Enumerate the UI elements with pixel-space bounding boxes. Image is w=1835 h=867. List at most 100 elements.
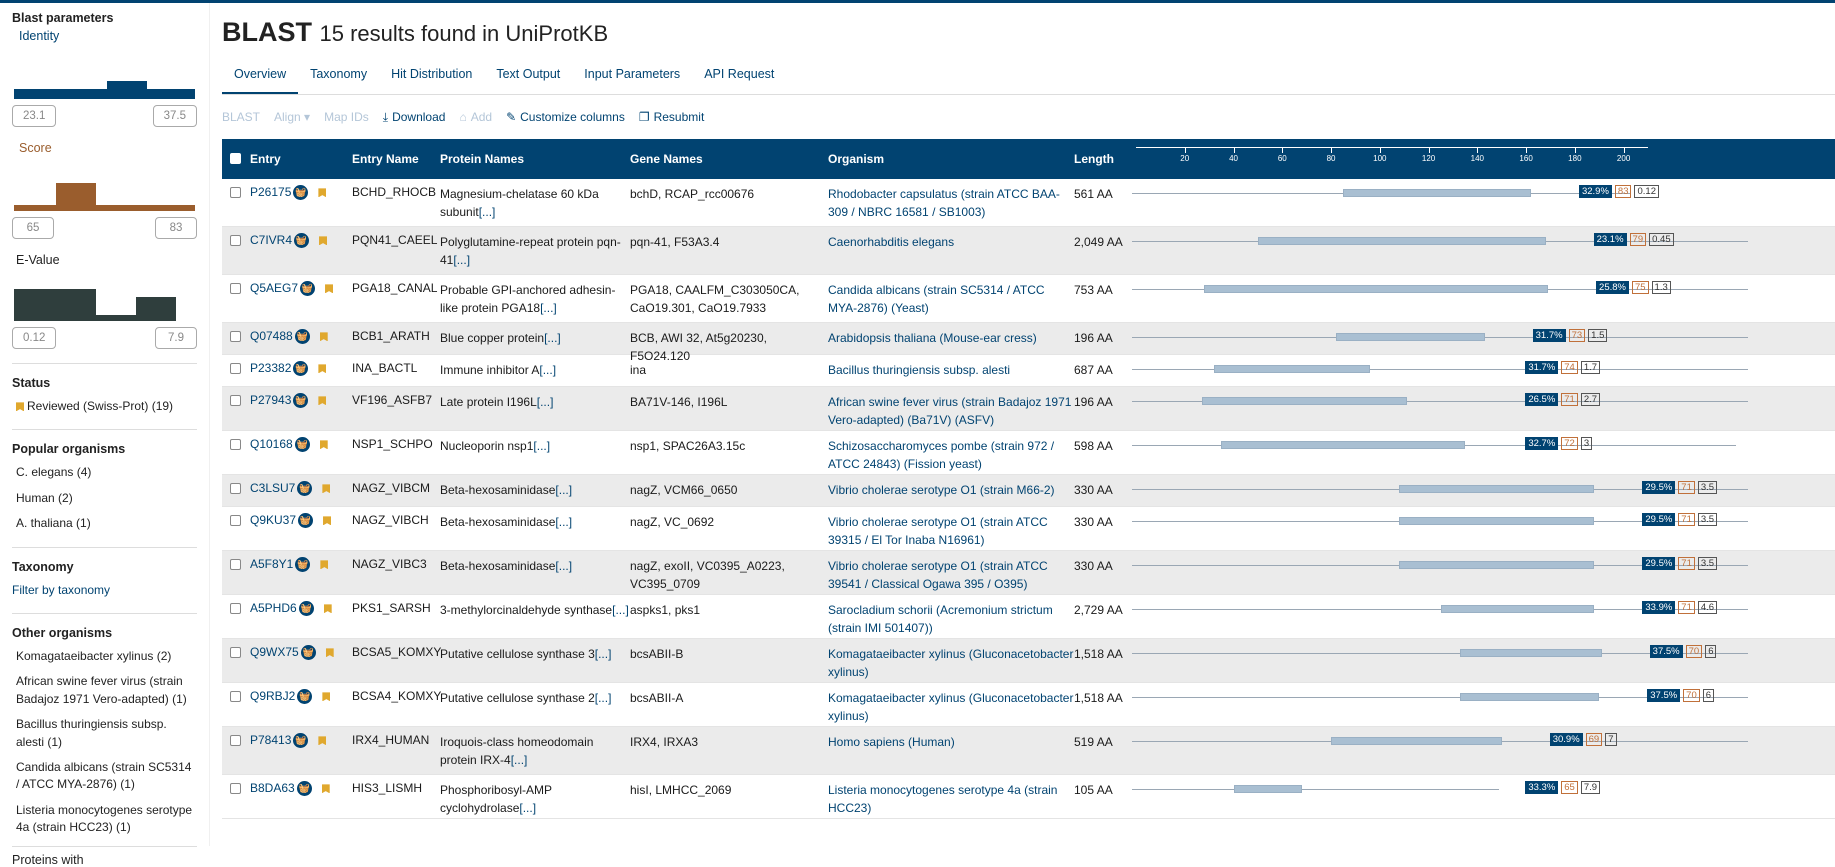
tab-input-parameters[interactable]: Input Parameters (572, 63, 692, 94)
score-max-input[interactable]: 83 (155, 217, 197, 239)
col-entry[interactable]: Entry (250, 152, 352, 166)
status-reviewed-filter[interactable]: Reviewed (Swiss-Prot) (19) (16, 398, 197, 415)
alignment-track[interactable]: 31.7% 74 1.7 (1130, 361, 1768, 386)
more-link[interactable]: [...] (555, 515, 572, 529)
alignment-track[interactable]: 33.3% 65 7.9 (1130, 781, 1768, 818)
table-row[interactable]: C3LSU7 🧺 NAGZ_VIBCM Beta-hexosaminidase[...… (222, 475, 1835, 507)
table-row[interactable]: P23382 🧺 INA_BACTL Immune inhibitor A[...] i… (222, 355, 1835, 387)
other-organism-item[interactable]: Listeria monocytogenes serotype 4a (stra… (16, 802, 197, 837)
basket-icon[interactable]: 🧺 (296, 781, 312, 797)
more-link[interactable]: [...] (555, 559, 572, 573)
tab-text-output[interactable]: Text Output (484, 63, 572, 94)
col-length[interactable]: Length (1074, 150, 1130, 168)
tab-api-request[interactable]: API Request (692, 63, 786, 94)
alignment-track[interactable]: 29.5% 71 3.5 (1130, 481, 1768, 506)
row-checkbox[interactable] (230, 515, 241, 526)
other-organism-item[interactable]: Komagataeibacter xylinus (2) (16, 648, 197, 665)
organism-link[interactable]: Komagataeibacter xylinus (Gluconacetobac… (828, 645, 1074, 681)
more-link[interactable]: [...] (555, 483, 572, 497)
row-checkbox[interactable] (230, 363, 241, 374)
alignment-track[interactable]: 32.7% 72 3 (1130, 437, 1768, 474)
table-row[interactable]: C7IVR4 🧺 PQN41_CAEEL Polyglutamine-repeat p… (222, 227, 1835, 275)
accession-link[interactable]: P78413 (250, 733, 291, 747)
select-all-checkbox[interactable] (230, 153, 241, 164)
alignment-track[interactable]: 33.9% 71 4.6 (1130, 601, 1768, 638)
basket-icon[interactable]: 🧺 (293, 361, 309, 377)
table-row[interactable]: Q9WX75 🧺 BCSA5_KOMXY Putative cellulose syn… (222, 639, 1835, 683)
more-link[interactable]: [...] (539, 363, 556, 377)
organism-link[interactable]: Candida albicans (strain SC5314 / ATCC M… (828, 281, 1074, 317)
tab-taxonomy[interactable]: Taxonomy (298, 63, 379, 94)
tab-overview[interactable]: Overview (222, 63, 299, 94)
accession-link[interactable]: C7IVR4 (250, 233, 292, 247)
table-row[interactable]: Q10168 🧺 NSP1_SCHPO Nucleoporin nsp1[...] ns… (222, 431, 1835, 475)
more-link[interactable]: [...] (544, 331, 561, 345)
accession-link[interactable]: A5F8Y1 (250, 557, 293, 571)
accession-link[interactable]: Q9RBJ2 (250, 689, 295, 703)
row-checkbox[interactable] (230, 559, 241, 570)
popular-organism-item[interactable]: C. elegans (4) (16, 464, 197, 481)
organism-link[interactable]: Caenorhabditis elegans (828, 233, 1074, 251)
evalue-histogram[interactable] (14, 271, 195, 321)
alignment-track[interactable]: 37.5% 70 6 (1130, 689, 1768, 726)
accession-link[interactable]: Q10168 (250, 437, 293, 451)
alignment-track[interactable]: 32.9% 83 0.12 (1130, 185, 1768, 226)
more-link[interactable]: [...] (479, 205, 496, 219)
accession-link[interactable]: B8DA63 (250, 781, 295, 795)
more-link[interactable]: [...] (533, 439, 550, 453)
row-checkbox[interactable] (230, 483, 241, 494)
evalue-min-input[interactable]: 0.12 (12, 327, 57, 349)
organism-link[interactable]: Homo sapiens (Human) (828, 733, 1074, 751)
organism-link[interactable]: Arabidopsis thaliana (Mouse-ear cress) (828, 329, 1074, 347)
organism-link[interactable]: Sarocladium schorii (Acremonium strictum… (828, 601, 1074, 637)
blast-button[interactable]: BLAST (222, 110, 260, 124)
organism-link[interactable]: African swine fever virus (strain Badajo… (828, 393, 1074, 429)
more-link[interactable]: [...] (612, 603, 629, 617)
col-entry-name[interactable]: Entry Name (352, 152, 440, 166)
customize-columns-button[interactable]: ✎ Customize columns (506, 110, 625, 124)
table-row[interactable]: A5F8Y1 🧺 NAGZ_VIBC3 Beta-hexosaminidase[...… (222, 551, 1835, 595)
row-checkbox[interactable] (230, 187, 241, 198)
row-checkbox[interactable] (230, 647, 241, 658)
more-link[interactable]: [...] (595, 647, 612, 661)
table-row[interactable]: Q9KU37 🧺 NAGZ_VIBCH Beta-hexosaminidase[...… (222, 507, 1835, 551)
basket-icon[interactable]: 🧺 (293, 733, 309, 749)
alignment-track[interactable]: 29.5% 71 3.5 (1130, 557, 1768, 594)
basket-icon[interactable]: 🧺 (295, 557, 311, 573)
basket-icon[interactable]: 🧺 (300, 281, 316, 297)
table-row[interactable]: B8DA63 🧺 HIS3_LISMH Phosphoribosyl-AMP cycl… (222, 775, 1835, 819)
row-checkbox[interactable] (230, 439, 241, 450)
more-link[interactable]: [...] (453, 253, 470, 267)
accession-link[interactable]: A5PHD6 (250, 601, 297, 615)
organism-link[interactable]: Komagataeibacter xylinus (Gluconacetobac… (828, 689, 1074, 725)
basket-icon[interactable]: 🧺 (294, 233, 310, 249)
score-min-input[interactable]: 65 (12, 217, 54, 239)
col-protein-names[interactable]: Protein Names (440, 150, 630, 168)
organism-link[interactable]: Schizosaccharomyces pombe (strain 972 / … (828, 437, 1074, 473)
accession-link[interactable]: P23382 (250, 361, 291, 375)
filter-by-taxonomy-link[interactable]: Filter by taxonomy (12, 582, 197, 599)
accession-link[interactable]: Q07488 (250, 329, 293, 343)
accession-link[interactable]: P27943 (250, 393, 291, 407)
accession-link[interactable]: Q5AEG7 (250, 281, 298, 295)
col-organism[interactable]: Organism (828, 150, 1074, 168)
more-link[interactable]: [...] (519, 801, 536, 815)
organism-link[interactable]: Vibrio cholerae serotype O1 (strain M66-… (828, 481, 1074, 499)
popular-organism-item[interactable]: A. thaliana (1) (16, 515, 197, 532)
row-checkbox[interactable] (230, 395, 241, 406)
table-row[interactable]: P27943 🧺 VF196_ASFB7 Late protein I196L[...… (222, 387, 1835, 431)
identity-histogram[interactable] (14, 49, 195, 99)
basket-icon[interactable]: 🧺 (297, 689, 313, 705)
organism-link[interactable]: Vibrio cholerae serotype O1 (strain ATCC… (828, 557, 1074, 593)
map-ids-button[interactable]: Map IDs (324, 110, 369, 124)
alignment-track[interactable]: 30.9% 69 7 (1130, 733, 1768, 774)
row-checkbox[interactable] (230, 235, 241, 246)
other-organism-item[interactable]: Bacillus thuringiensis subsp. alesti (1) (16, 716, 197, 751)
basket-icon[interactable]: 🧺 (294, 437, 310, 453)
basket-icon[interactable]: 🧺 (298, 513, 314, 529)
add-button[interactable]: ⌂ Add (459, 110, 492, 124)
basket-icon[interactable]: 🧺 (293, 393, 309, 409)
other-organism-item[interactable]: Candida albicans (strain SC5314 / ATCC M… (16, 759, 197, 794)
accession-link[interactable]: Q9WX75 (250, 645, 299, 659)
accession-link[interactable]: P26175 (250, 185, 291, 199)
